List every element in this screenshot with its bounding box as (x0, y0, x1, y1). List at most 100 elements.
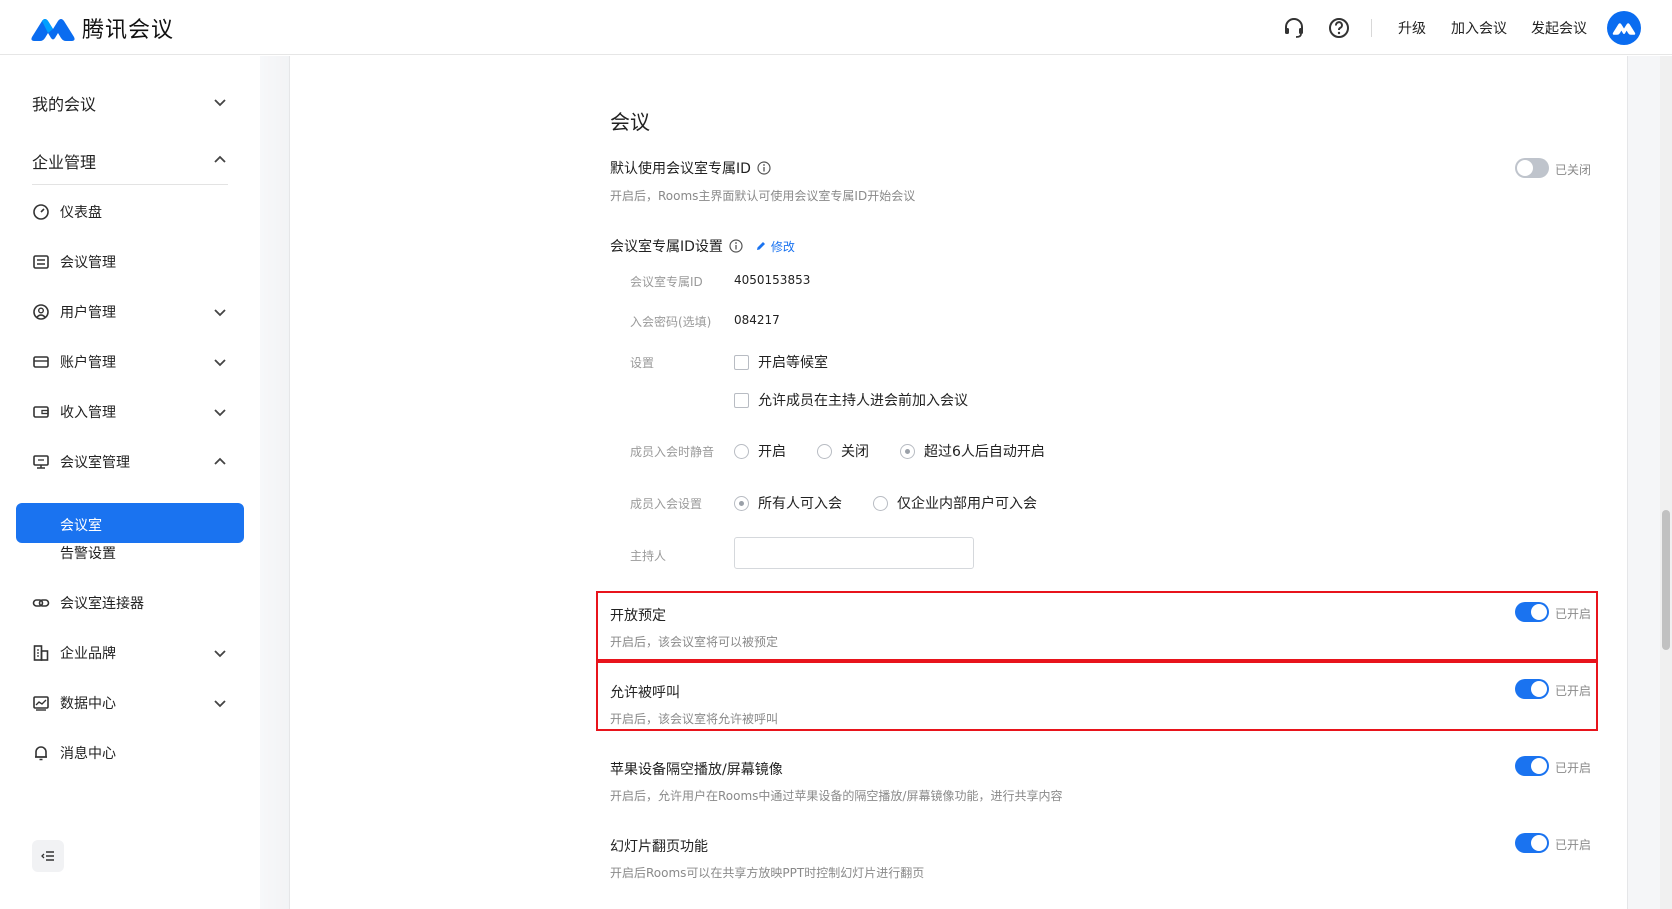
sidebar-item-brand[interactable]: 企业品牌 (32, 643, 116, 663)
id-settings-label-text: 会议室专属ID设置 (610, 239, 723, 255)
chevron-down-icon[interactable] (212, 94, 228, 110)
sidebar-my-meetings[interactable]: 我的会议 (32, 91, 96, 115)
left-gutter (260, 56, 290, 909)
slides-state: 已开启 (1555, 838, 1592, 852)
sidebar-item-label: 收入管理 (60, 405, 116, 421)
pencil-icon (756, 242, 765, 250)
sidebar-item-label: 会议管理 (60, 255, 116, 271)
sidebar-item-label: 会议室管理 (60, 455, 130, 471)
mute-auto-radio[interactable]: 超过6人后自动开启 (900, 441, 1045, 461)
default-id-toggle[interactable] (1515, 158, 1549, 178)
join-before-host-checkbox[interactable]: 允许成员在主持人进会前加入会议 (734, 390, 968, 410)
slides-label: 幻灯片翻页功能 (610, 839, 708, 855)
chart-icon (33, 696, 49, 711)
join-meeting-link[interactable]: 加入会议 (1451, 18, 1507, 38)
default-id-label: 默认使用会议室专属ID (610, 158, 771, 178)
chevron-down-icon[interactable] (212, 404, 228, 420)
join-all-label: 所有人可入会 (758, 496, 842, 512)
sidebar-item-message-center[interactable]: 消息中心 (32, 743, 116, 763)
sidebar-item-label: 仪表盘 (60, 205, 102, 221)
settings-label: 设置 (630, 356, 655, 370)
join-setting-label: 成员入会设置 (630, 497, 703, 511)
user-circle-icon (33, 304, 49, 320)
default-id-label-text: 默认使用会议室专属ID (610, 161, 751, 177)
radio-dot[interactable] (734, 443, 749, 459)
chevron-down-icon[interactable] (212, 304, 228, 320)
sidebar-item-revenue-mgmt[interactable]: 收入管理 (32, 402, 116, 422)
waiting-room-label: 开启等候室 (758, 355, 828, 371)
scrollbar-thumb[interactable] (1662, 510, 1670, 650)
checkbox-box[interactable] (734, 392, 749, 408)
chevron-down-icon[interactable] (212, 695, 228, 711)
airplay-toggle[interactable] (1515, 756, 1549, 776)
chevron-up-icon[interactable] (212, 152, 228, 168)
join-internal-radio[interactable]: 仅企业内部用户可入会 (873, 493, 1037, 513)
sidebar-item-connector[interactable]: 会议室连接器 (32, 593, 144, 613)
section-title: 会议 (610, 110, 650, 134)
sidebar-item-label: 账户管理 (60, 355, 116, 371)
join-internal-label: 仅企业内部用户可入会 (897, 496, 1037, 512)
airplay-state: 已开启 (1555, 761, 1592, 775)
host-input[interactable] (734, 537, 974, 569)
join-before-host-label: 允许成员在主持人进会前加入会议 (758, 393, 968, 409)
room-id-value: 4050153853 (734, 273, 811, 287)
room-id-label: 会议室专属ID (630, 275, 703, 289)
right-gutter (1627, 56, 1660, 909)
chevron-down-icon[interactable] (212, 645, 228, 661)
mute-off-radio[interactable]: 关闭 (817, 441, 869, 461)
callable-label: 允许被呼叫 (610, 685, 680, 701)
checkbox-box[interactable] (734, 354, 749, 370)
password-value: 084217 (734, 313, 780, 327)
collapse-sidebar-button[interactable] (32, 840, 64, 872)
callable-desc: 开启后，该会议室将允许被呼叫 (610, 712, 779, 726)
booking-toggle[interactable] (1515, 602, 1549, 622)
sidebar-item-room-mgmt[interactable]: 会议室管理 (32, 452, 130, 472)
radio-dot[interactable] (873, 495, 888, 511)
chevron-down-icon[interactable] (212, 354, 228, 370)
monitor-icon (33, 455, 49, 469)
id-settings-label: 会议室专属ID设置 修改 (610, 236, 795, 256)
sidebar-item-data-center[interactable]: 数据中心 (32, 693, 116, 713)
radio-dot-selected[interactable] (900, 443, 915, 459)
card-icon (33, 356, 49, 368)
sidebar-item-dashboard[interactable]: 仪表盘 (32, 202, 102, 222)
building-icon (33, 645, 49, 661)
sidebar-item-meeting-mgmt[interactable]: 会议管理 (32, 252, 116, 272)
sidebar-item-user-mgmt[interactable]: 用户管理 (32, 302, 116, 322)
help-icon[interactable] (1328, 17, 1350, 39)
slides-toggle[interactable] (1515, 833, 1549, 853)
booking-desc: 开启后，该会议室将可以被预定 (610, 635, 779, 649)
sidebar-enterprise[interactable]: 企业管理 (32, 149, 96, 173)
mute-off-label: 关闭 (841, 444, 869, 460)
callable-state: 已开启 (1555, 684, 1592, 698)
edit-id-link[interactable]: 修改 (755, 238, 795, 255)
info-icon[interactable] (729, 239, 743, 253)
slides-desc: 开启后Rooms可以在共享方放映PPT时控制幻灯片进行翻页 (610, 866, 925, 880)
sidebar-item-room[interactable] (16, 503, 244, 543)
headset-icon[interactable] (1283, 17, 1305, 39)
sidebar-item-label: 数据中心 (60, 696, 116, 712)
booking-label: 开放预定 (610, 608, 666, 624)
wallet-icon (33, 406, 49, 418)
info-icon[interactable] (757, 161, 771, 175)
callable-toggle[interactable] (1515, 679, 1549, 699)
brand-logo[interactable]: 腾讯会议 (30, 12, 174, 44)
chevron-up-icon[interactable] (212, 454, 228, 470)
mute-label: 成员入会时静音 (630, 445, 715, 459)
start-meeting-link[interactable]: 发起会议 (1531, 18, 1587, 38)
radio-dot[interactable] (817, 443, 832, 459)
sidebar-item-room-label: 会议室 (60, 518, 102, 534)
sidebar-item-alert[interactable]: 告警设置 (60, 543, 116, 563)
user-avatar[interactable] (1607, 11, 1641, 45)
sidebar-item-label: 会议室连接器 (60, 596, 144, 612)
scrollbar-track[interactable] (1660, 56, 1672, 909)
radio-dot-selected[interactable] (734, 495, 749, 511)
top-header: 腾讯会议 升级 加入会议 发起会议 (0, 0, 1672, 55)
waiting-room-checkbox[interactable]: 开启等候室 (734, 352, 828, 372)
sidebar-item-account-mgmt[interactable]: 账户管理 (32, 352, 116, 372)
airplay-label: 苹果设备隔空播放/屏幕镜像 (610, 762, 783, 778)
mute-on-radio[interactable]: 开启 (734, 441, 786, 461)
tencent-meeting-logo-icon (31, 19, 75, 41)
upgrade-link[interactable]: 升级 (1398, 18, 1426, 38)
join-all-radio[interactable]: 所有人可入会 (734, 493, 842, 513)
